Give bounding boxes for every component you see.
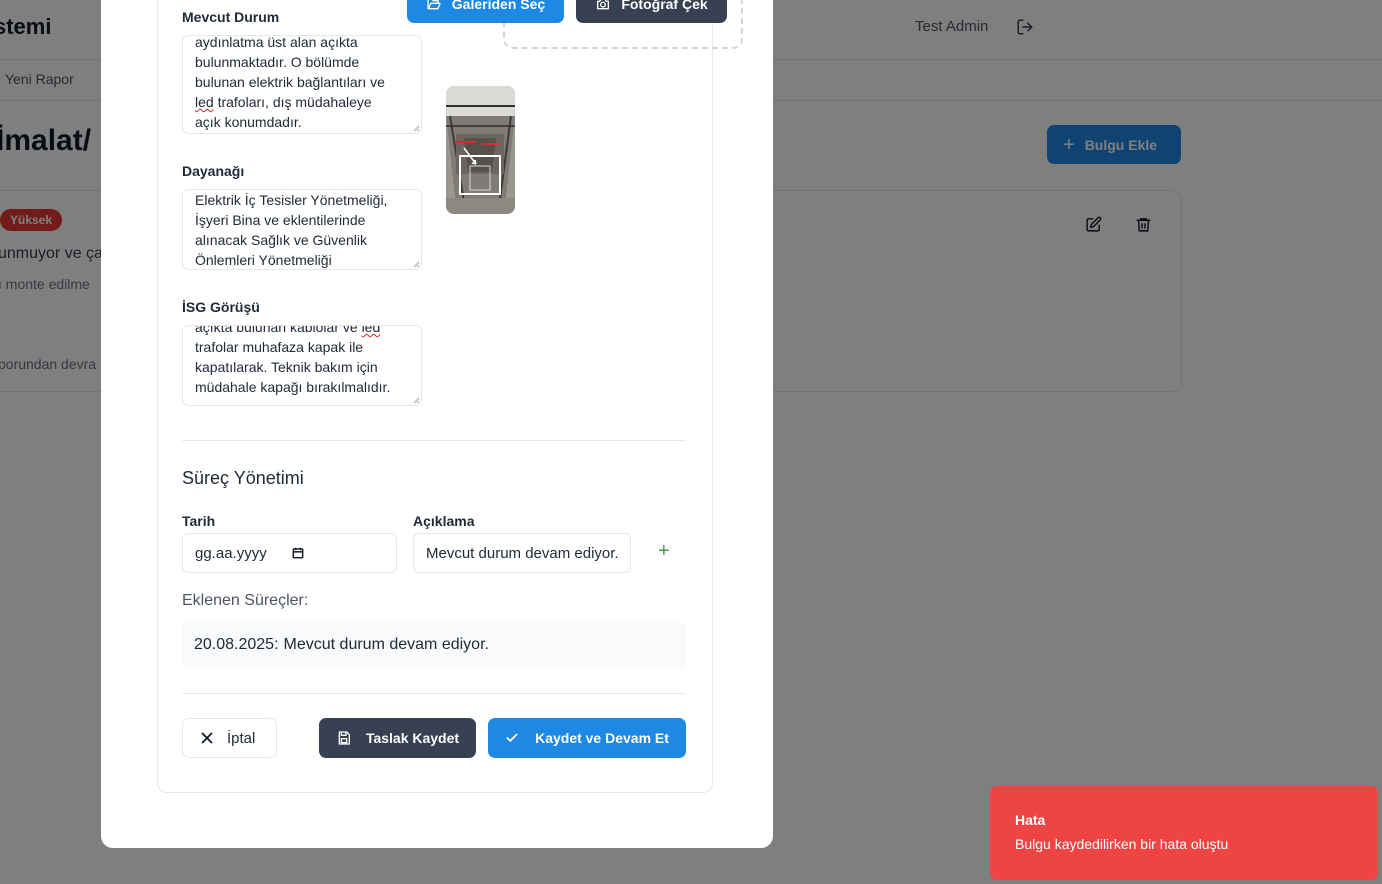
camera-icon <box>597 0 610 9</box>
take-photo-button[interactable]: Fotoğraf Çek <box>576 0 727 23</box>
text-line: aydınlatma üst alan açıkta <box>195 35 358 50</box>
current-state-label: Mevcut Durum <box>182 9 280 25</box>
text-line: Önlemleri Yönetmeliği <box>195 252 332 268</box>
process-section-title: Süreç Yönetimi <box>182 468 304 488</box>
text-line: açık konumdadır. <box>195 114 302 130</box>
save-continue-button[interactable]: Kaydet ve Devam Et <box>488 718 686 758</box>
process-list-item: 20.08.2025: Mevcut durum devam ediyor. <box>182 621 686 669</box>
process-text: Mevcut durum devam ediyor. <box>283 636 489 653</box>
folder-open-icon <box>427 0 441 9</box>
cancel-label: İptal <box>227 729 256 747</box>
text-line: açıkta bulunan kablolar ve led <box>195 325 407 337</box>
text-line: kapatılarak. Teknik bakım için <box>195 359 378 375</box>
calendar-icon[interactable] <box>291 546 305 560</box>
toast-title: Hata <box>1015 812 1046 828</box>
x-icon <box>201 732 213 744</box>
plus-icon[interactable]: + <box>658 541 670 561</box>
spellcheck-word: led <box>195 94 214 110</box>
save-continue-label: Kaydet ve Devam Et <box>535 730 669 746</box>
save-draft-button[interactable]: Taslak Kaydet <box>319 718 476 758</box>
added-processes-label: Eklenen Süreçler: <box>182 592 309 609</box>
gallery-select-button[interactable]: Galeriden Seç <box>407 0 564 23</box>
text-line: bulunan elektrik bağlantıları ve <box>195 74 385 90</box>
basis-label: Dayanağı <box>182 163 245 179</box>
ohs-opinion-textarea[interactable]: açıkta bulunan kablolar ve led trafolar … <box>182 325 422 406</box>
text-line: İşyeri Bina ve eklentilerinde <box>195 212 366 228</box>
basis-textarea[interactable]: Elektrik İç Tesisler Yönetmeliği, İşyeri… <box>182 189 422 270</box>
check-icon <box>506 733 518 742</box>
gallery-select-label: Galeriden Seç <box>451 0 546 12</box>
current-state-textarea[interactable]: aydınlatma üst alan açıkta bulunmaktadır… <box>182 35 422 134</box>
spellcheck-word: led <box>361 325 381 335</box>
resize-grip-icon[interactable] <box>413 125 420 132</box>
take-photo-label: Fotoğraf Çek <box>621 0 708 12</box>
toast-message: Bulgu kaydedilirken bir hata oluştu <box>1015 836 1229 852</box>
text-fragment: trafoları, dış müdahaleye <box>213 94 372 110</box>
text-line: Elektrik İç Tesisler Yönetmeliği, <box>195 192 388 208</box>
date-placeholder: gg.aa.yyyy <box>195 544 267 562</box>
resize-grip-icon[interactable] <box>413 397 420 404</box>
description-value: Mevcut durum devam ediyor. <box>426 544 619 562</box>
description-label: Açıklama <box>413 513 475 529</box>
text-fragment: açıkta bulunan kablolar ve <box>195 325 362 335</box>
resize-grip-icon[interactable] <box>413 261 420 268</box>
finding-modal: Mevcut Durum aydınlatma üst alan açıkta … <box>101 0 773 848</box>
section-divider <box>182 693 686 694</box>
text-line: trafolar muhafaza kapak ile <box>195 339 364 355</box>
section-divider <box>182 440 686 441</box>
date-label: Tarih <box>182 513 216 529</box>
text-line: led trafoları, dış müdahaleye <box>195 92 407 112</box>
error-toast[interactable]: Hata Bulgu kaydedilirken bir hata oluştu <box>990 786 1378 880</box>
text-line: bulunmaktadır. O bölümde <box>195 54 360 70</box>
stairwell-photo <box>446 86 515 214</box>
ohs-opinion-label: İSG Görüşü <box>182 299 260 315</box>
text-line: alınacak Sağlık ve Güvenlik <box>195 232 367 248</box>
text-line: müdahale kapağı bırakılmalıdır. <box>195 379 391 395</box>
date-input[interactable]: gg.aa.yyyy <box>182 533 397 573</box>
description-input[interactable]: Mevcut durum devam ediyor. <box>413 533 631 573</box>
save-icon <box>338 731 350 745</box>
save-draft-label: Taslak Kaydet <box>365 730 460 746</box>
finding-form: Mevcut Durum aydınlatma üst alan açıkta … <box>157 0 743 793</box>
photo-thumbnail[interactable] <box>446 86 515 214</box>
process-date: 20.08.2025: <box>194 636 279 653</box>
cancel-button[interactable]: İptal <box>182 718 277 758</box>
